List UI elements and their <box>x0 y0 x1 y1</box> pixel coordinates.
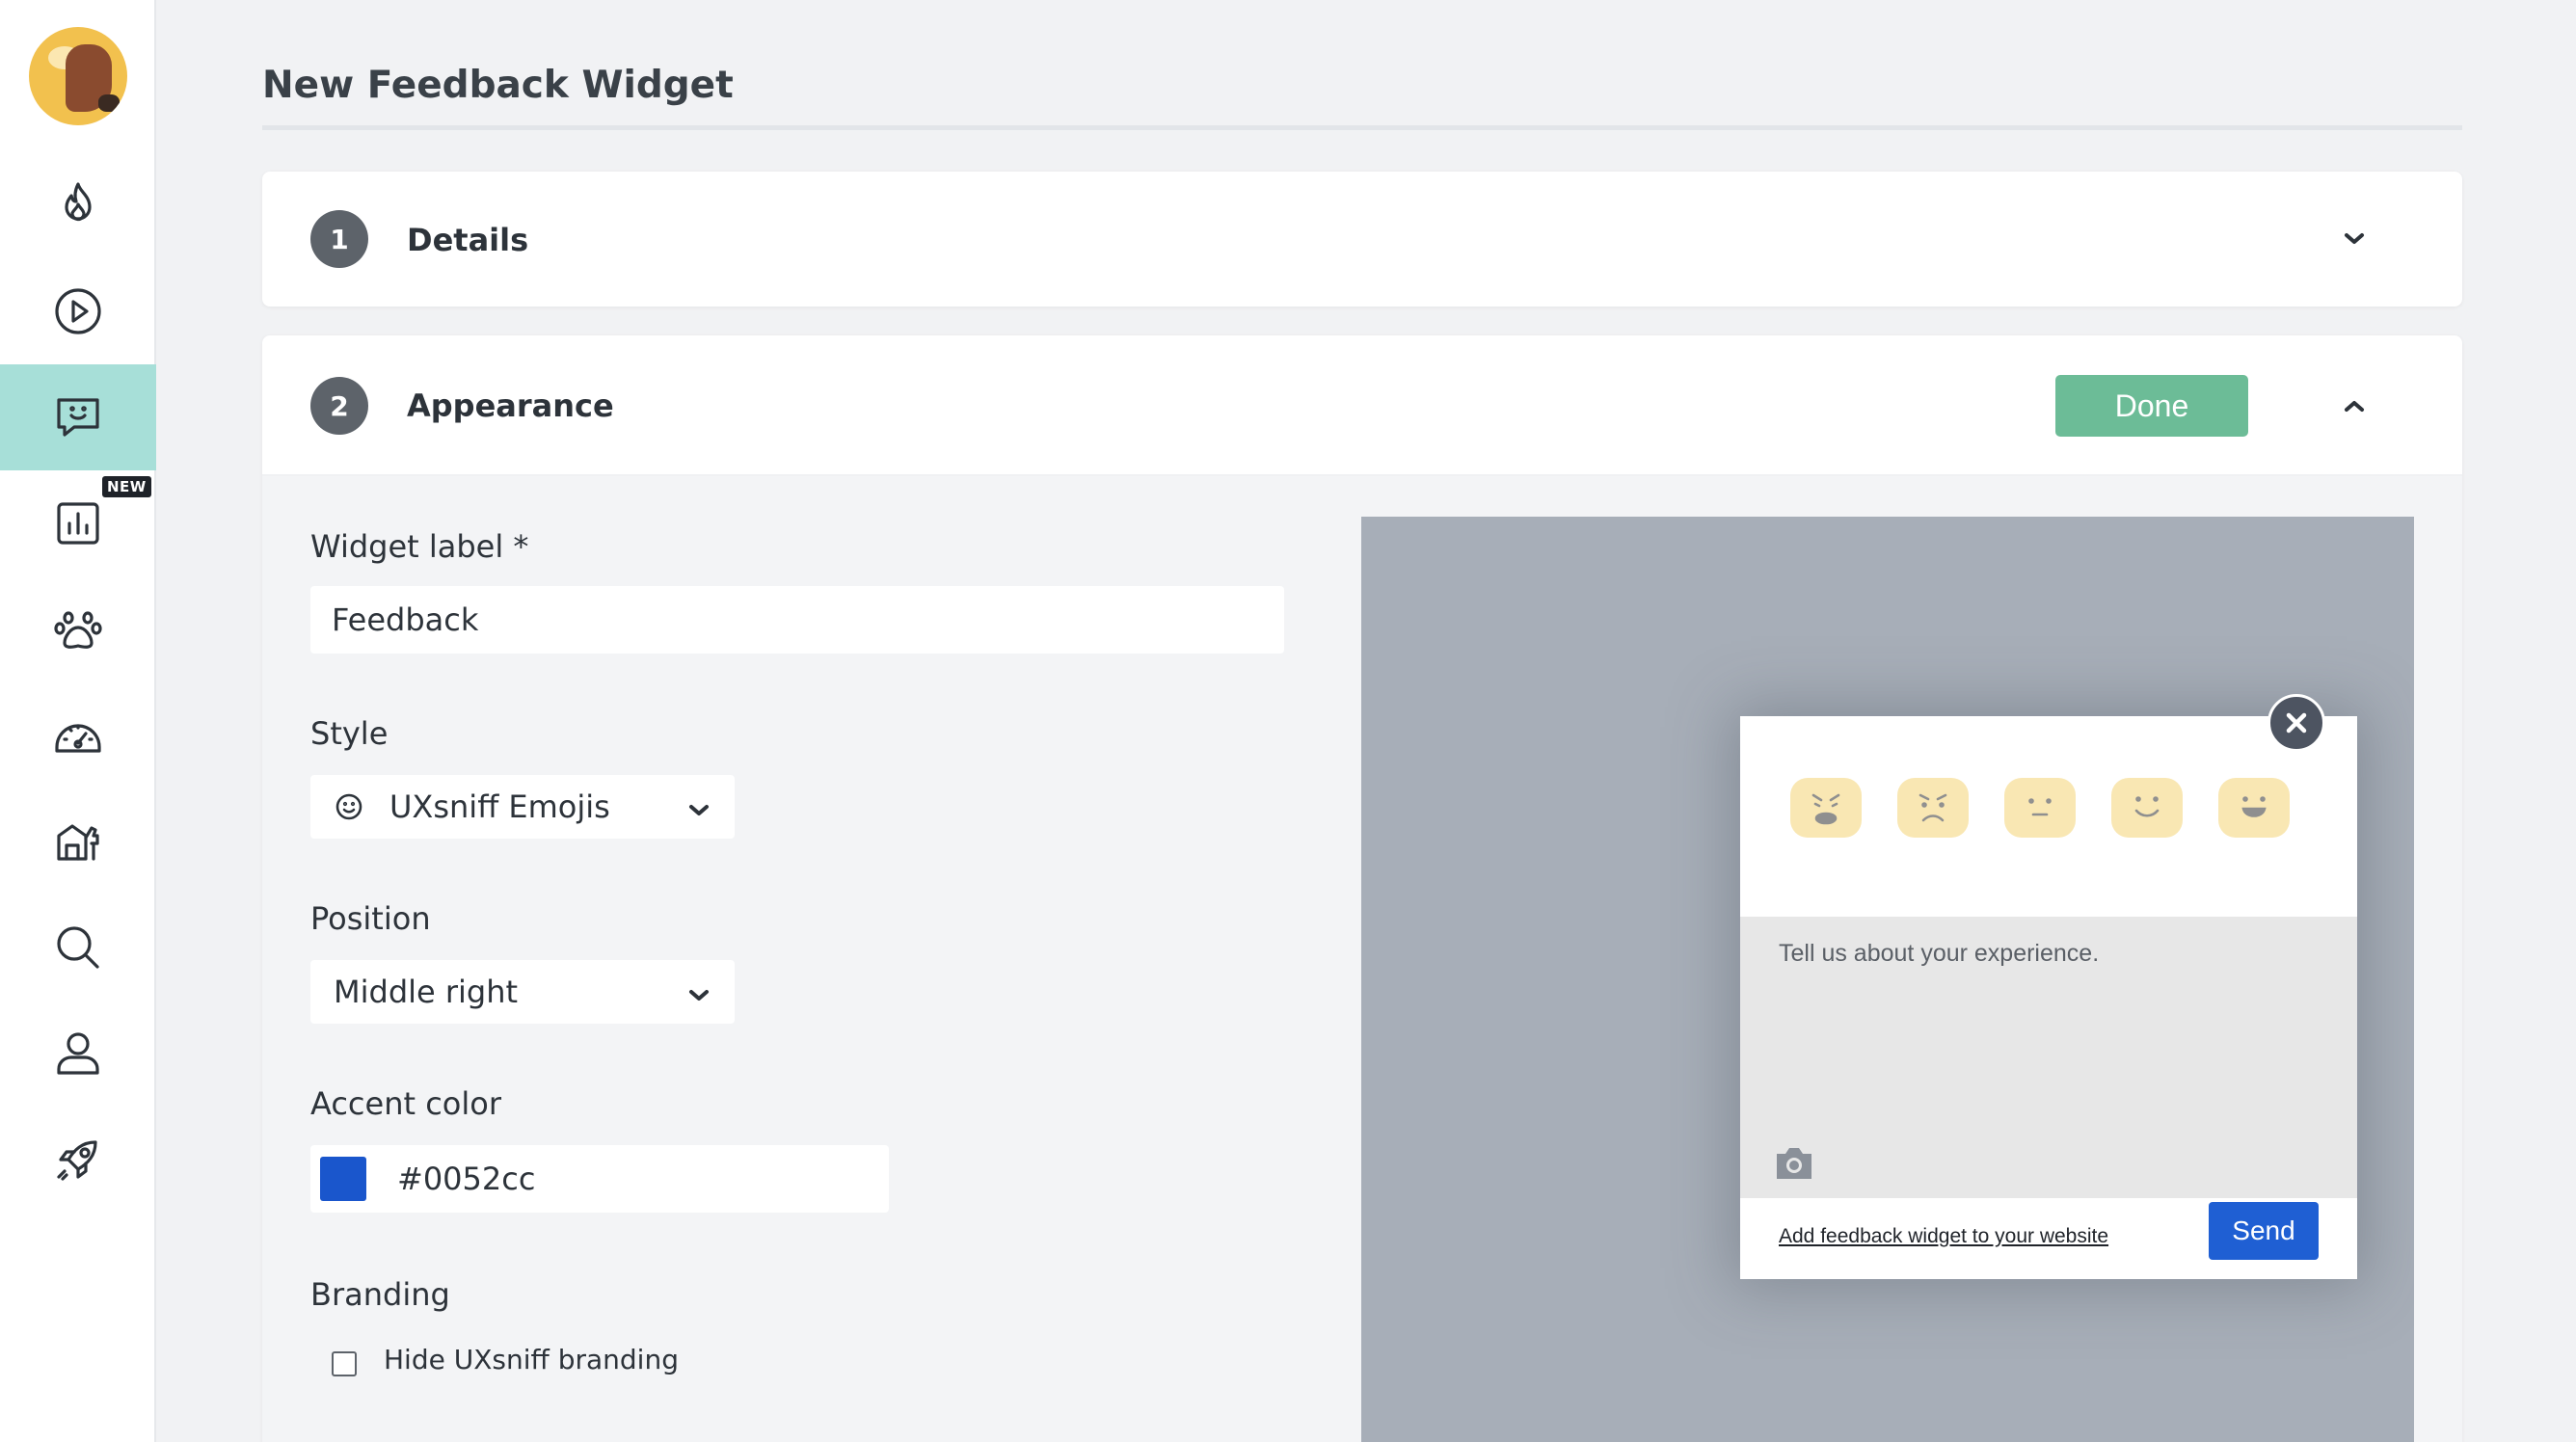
step-details-card[interactable]: 1 Details <box>262 172 2462 307</box>
hide-branding-checkbox[interactable] <box>332 1351 357 1376</box>
chevron-down-icon <box>686 979 711 1004</box>
sidebar-item-feedback[interactable] <box>0 364 156 470</box>
step-details-label: Details <box>407 222 529 258</box>
accent-color-field-label: Accent color <box>310 1085 501 1122</box>
page-title: New Feedback Widget <box>262 64 734 107</box>
position-select[interactable]: Middle right <box>310 960 735 1024</box>
sidebar-item-search[interactable] <box>0 895 156 1001</box>
dog-house-icon <box>57 824 99 861</box>
close-icon <box>2286 712 2307 734</box>
user-icon <box>57 1032 99 1075</box>
emoji-rating-row <box>1790 778 2321 840</box>
sidebar-item-kennel[interactable] <box>0 788 156 895</box>
chat-smile-icon <box>57 398 99 437</box>
sidebar-item-account[interactable] <box>0 1001 156 1107</box>
sidebar-item-launch[interactable] <box>0 1107 156 1213</box>
widget-label-input[interactable]: Feedback <box>310 586 1284 654</box>
sidebar-item-heatmaps[interactable] <box>0 152 156 258</box>
send-button[interactable]: Send <box>2209 1202 2319 1260</box>
style-field-label: Style <box>310 715 389 752</box>
smile-icon <box>334 791 364 822</box>
accent-color-value: #0052cc <box>397 1161 536 1197</box>
bar-chart-icon <box>57 502 99 545</box>
position-field-label: Position <box>310 900 431 937</box>
brand-logo[interactable] <box>29 27 127 125</box>
step-number-badge: 1 <box>310 210 368 268</box>
title-divider <box>262 125 2462 130</box>
close-widget-button[interactable] <box>2267 694 2325 752</box>
flame-icon <box>65 182 92 222</box>
expand-details-button[interactable] <box>2335 220 2374 258</box>
position-select-value: Middle right <box>334 974 519 1010</box>
widget-label-field-label: Widget label * <box>310 528 529 565</box>
chevron-down-icon <box>686 794 711 819</box>
step-appearance-label: Appearance <box>407 387 614 424</box>
step-number-badge: 2 <box>310 377 368 435</box>
sidebar-item-dashboard[interactable] <box>0 682 156 788</box>
feedback-widget-preview: Tell us about your experience. Add feedb… <box>1740 716 2357 1279</box>
feedback-textarea[interactable]: Tell us about your experience. <box>1740 917 2357 1198</box>
hide-branding-label[interactable]: Hide UXsniff branding <box>384 1344 679 1375</box>
feedback-placeholder: Tell us about your experience. <box>1779 940 2100 967</box>
gauge-icon <box>55 724 101 753</box>
accent-color-input[interactable]: #0052cc <box>310 1145 889 1213</box>
sidebar-item-recordings[interactable] <box>0 258 156 364</box>
sad-emoji-icon[interactable] <box>1897 778 1969 838</box>
angry-emoji-icon[interactable] <box>1790 778 1862 838</box>
appearance-form: Widget label * Feedback Style UXsniff Em… <box>262 476 2462 1442</box>
paw-icon <box>54 611 102 649</box>
very-happy-emoji-icon[interactable] <box>2218 778 2290 838</box>
sidebar-item-reports[interactable] <box>0 470 156 576</box>
neutral-emoji-icon[interactable] <box>2004 778 2076 838</box>
sidebar-item-pets[interactable] <box>0 576 156 682</box>
chevron-up-icon <box>2345 401 2364 412</box>
branding-field-label: Branding <box>310 1276 450 1313</box>
sidebar: NEW <box>0 0 156 1442</box>
search-icon <box>57 926 99 969</box>
done-button[interactable]: Done <box>2055 375 2248 437</box>
camera-icon[interactable] <box>1773 1144 1815 1183</box>
step-appearance-card: 2 Appearance Done Widget label * Feedbac… <box>262 335 2462 1442</box>
happy-emoji-icon[interactable] <box>2111 778 2183 838</box>
chevron-down-icon <box>2345 233 2364 244</box>
style-select-value: UXsniff Emojis <box>389 788 610 825</box>
play-circle-icon <box>55 288 101 334</box>
appearance-header[interactable]: 2 Appearance Done <box>262 335 2462 476</box>
widget-label-value: Feedback <box>332 601 479 638</box>
add-widget-link[interactable]: Add feedback widget to your website <box>1779 1225 2108 1248</box>
widget-preview-canvas: Tell us about your experience. Add feedb… <box>1361 517 2414 1442</box>
logo-dog-nose <box>98 94 120 112</box>
style-select[interactable]: UXsniff Emojis <box>310 775 735 839</box>
collapse-appearance-button[interactable] <box>2335 387 2374 425</box>
rocket-icon <box>57 1140 97 1181</box>
accent-color-swatch[interactable] <box>320 1157 366 1201</box>
